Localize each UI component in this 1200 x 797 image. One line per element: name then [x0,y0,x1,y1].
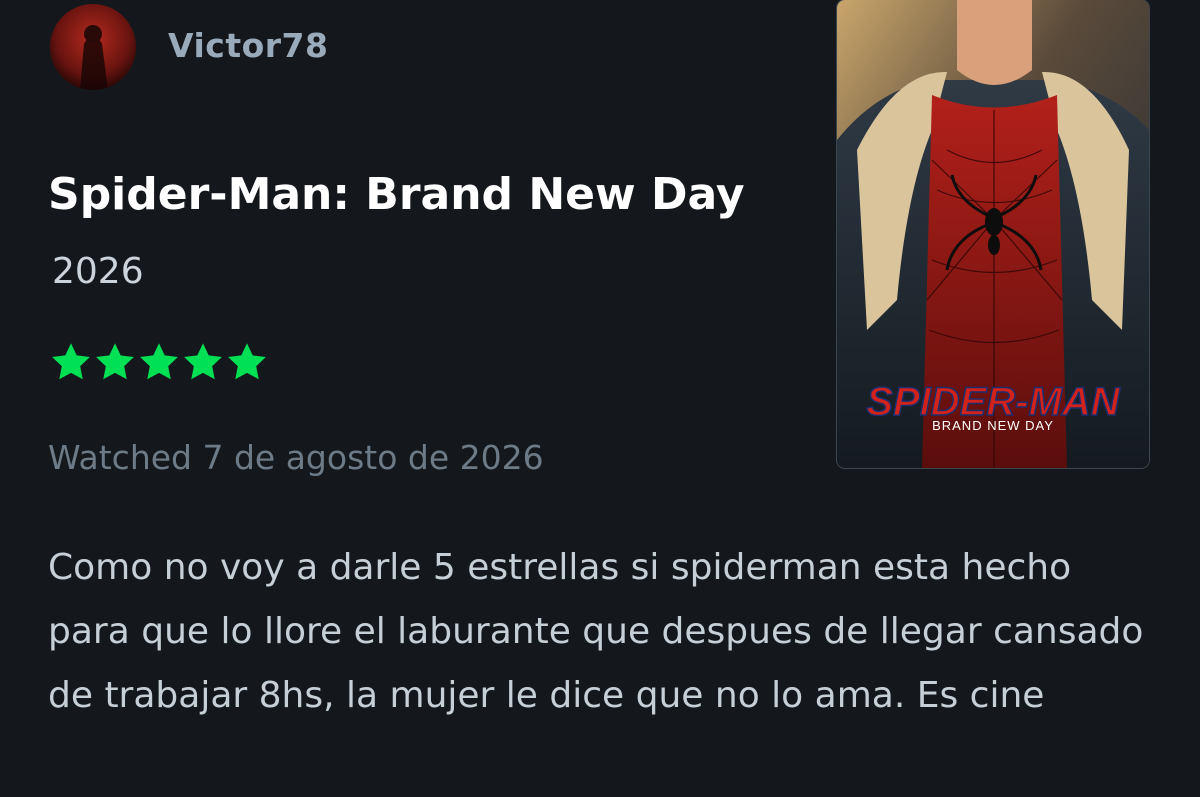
star-icon [184,343,222,380]
avatar-image [50,4,136,90]
review-text: Como no voy a darle 5 estrellas si spide… [48,547,1144,716]
watched-date: Watched 7 de agosto de 2026 [48,438,544,477]
star-rating [49,340,269,384]
film-title[interactable]: Spider-Man: Brand New Day [48,169,745,220]
poster-image: SPIDER-MAN BRAND NEW DAY [837,0,1149,468]
user-avatar[interactable] [50,4,136,90]
star-icon [140,343,178,380]
username[interactable]: Victor78 [168,26,328,65]
film-year[interactable]: 2026 [52,251,144,292]
star-icon [96,343,134,380]
poster-subtitle: BRAND NEW DAY [932,418,1054,433]
star-icon [228,343,266,380]
film-poster[interactable]: SPIDER-MAN BRAND NEW DAY [837,0,1149,468]
film-title-block: Spider-Man: Brand New Day 2026 [48,158,768,309]
star-icon [52,343,90,380]
